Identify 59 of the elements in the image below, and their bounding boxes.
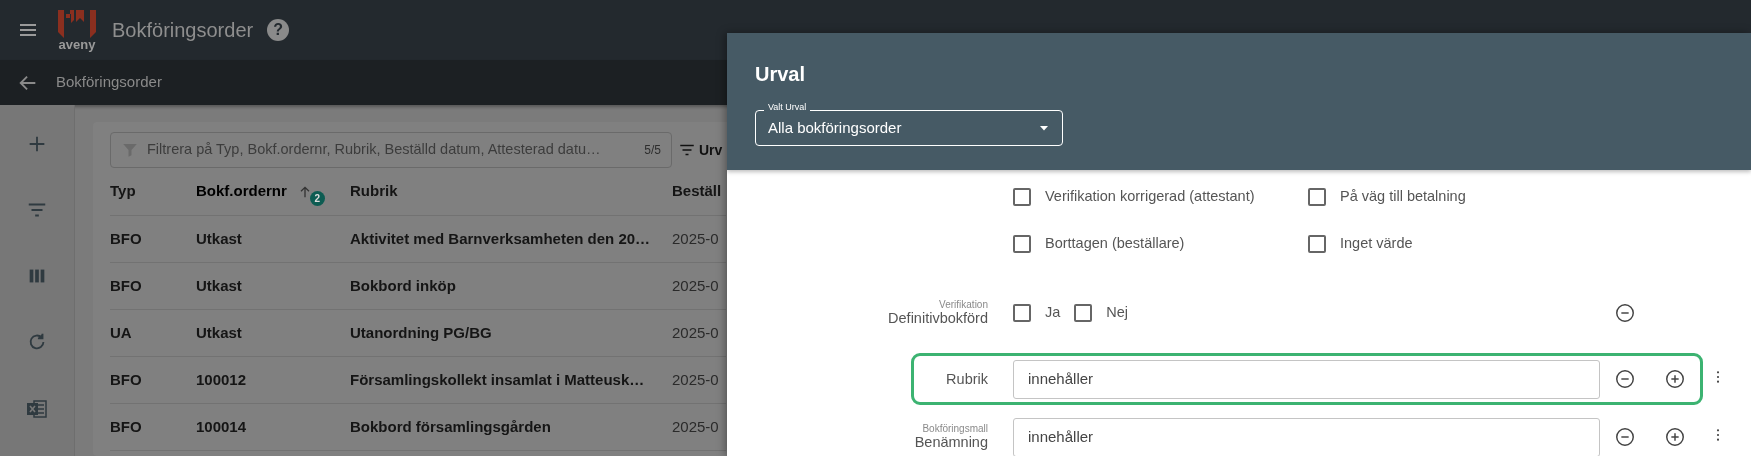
- remove-icon[interactable]: [1614, 368, 1636, 390]
- table-cell: BFO: [110, 404, 196, 451]
- spreadsheet-icon[interactable]: [25, 397, 49, 421]
- remove-icon[interactable]: [1614, 426, 1636, 448]
- table-cell: BFO: [110, 263, 196, 310]
- checkbox[interactable]: [1013, 187, 1031, 206]
- table-cell: Utanordning PG/BG: [350, 310, 672, 357]
- checkbox-label: Borttagen (beställare): [1045, 233, 1185, 253]
- column-header[interactable]: Beställ: [672, 168, 726, 216]
- column-header[interactable]: Typ: [110, 168, 196, 216]
- column-header[interactable]: Rubrik: [350, 168, 672, 216]
- field-label: Benämning: [914, 434, 988, 452]
- panel-title: Urval: [755, 62, 807, 87]
- table-cell: 100012: [196, 357, 350, 404]
- table-cell: Utkast: [196, 310, 350, 357]
- table-cell: 2025-0: [672, 263, 726, 310]
- add-icon[interactable]: [1664, 368, 1686, 390]
- field-sublabel: Bokföringsmall: [922, 422, 988, 435]
- sort-badge: 2: [309, 191, 325, 206]
- column-header[interactable]: Bokf.ordernr 2: [196, 168, 350, 216]
- table-cell: UA: [110, 310, 196, 357]
- field-label: Definitivbokförd: [888, 310, 988, 328]
- checkbox[interactable]: [1308, 187, 1326, 206]
- checkbox-label: På väg till betalning: [1340, 186, 1466, 206]
- text-field[interactable]: innehåller: [1013, 417, 1600, 456]
- help-icon[interactable]: ?: [267, 19, 290, 41]
- table-cell: Aktivitet med Barnverksamheten den 20…: [350, 216, 672, 263]
- checkbox[interactable]: [1074, 304, 1093, 322]
- table-cell: 2025-0: [672, 216, 726, 263]
- table-cell: Bokbord församlingsgården: [350, 404, 672, 451]
- field-label: Valt Urval: [764, 103, 811, 112]
- text-field[interactable]: innehåller: [1013, 359, 1600, 399]
- selection-button[interactable]: Urv: [678, 139, 723, 161]
- table-cell: 2025-0: [672, 357, 726, 404]
- field-sublabel: Verifikation: [939, 298, 988, 311]
- table-cell: Bokbord inköp: [350, 263, 672, 310]
- app-title: Bokföringsorder: [112, 18, 254, 43]
- table-cell: BFO: [110, 357, 196, 404]
- table-cell: 100014: [196, 404, 350, 451]
- checkbox[interactable]: [1013, 304, 1031, 322]
- remove-icon[interactable]: [1614, 302, 1636, 324]
- field-label: Rubrik: [946, 370, 988, 388]
- checkbox-label: Inget värde: [1340, 233, 1413, 253]
- checkbox-label: Nej: [1106, 303, 1129, 323]
- add-icon[interactable]: [1664, 426, 1686, 448]
- checkbox-label: Ja: [1045, 303, 1061, 323]
- result-count: 5/5: [644, 142, 661, 159]
- filter-field[interactable]: Filtrera på Typ, Bokf.ordernr, Rubrik, Beställd datum, Attesterad datu… 5/5: [110, 132, 672, 168]
- checkbox[interactable]: [1308, 234, 1326, 253]
- table-cell: Församlingskollekt insamlat i Matteusk…: [350, 357, 672, 404]
- table-cell: 2025-0: [672, 310, 726, 357]
- table-cell: 2025-0: [672, 404, 726, 451]
- table-cell: Utkast: [196, 216, 350, 263]
- table-cell: BFO: [110, 216, 196, 263]
- table-cell: Utkast: [196, 263, 350, 310]
- checkbox-label: Verifikation korrigerad (attestant): [1045, 186, 1255, 206]
- checkbox[interactable]: [1013, 234, 1031, 253]
- page-title: Bokföringsorder: [56, 72, 162, 93]
- logo: aveny: [56, 9, 98, 51]
